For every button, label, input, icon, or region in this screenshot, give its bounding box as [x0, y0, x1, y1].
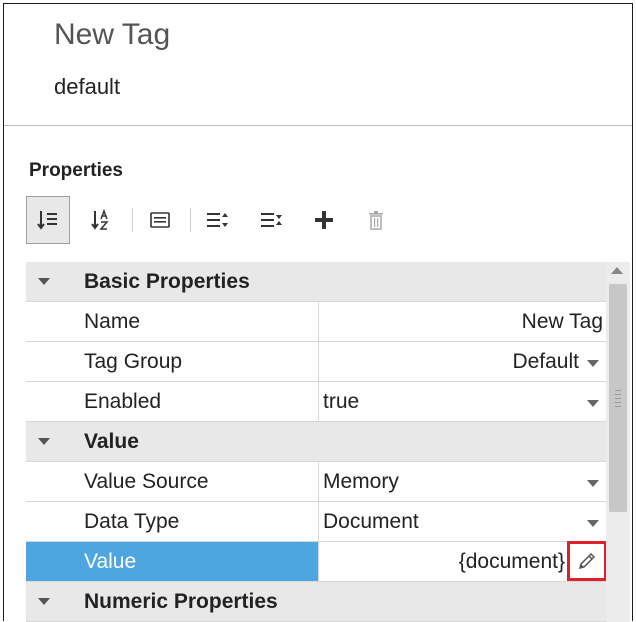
value-source-dropdown[interactable]: Memory — [318, 462, 607, 501]
property-tag-group-label: Tag Group — [84, 350, 183, 373]
collapse-all-icon — [261, 213, 282, 227]
value-field-value: {document} — [458, 550, 565, 573]
property-row-enabled: Enabled true — [26, 382, 607, 422]
property-name-value: New Tag — [521, 310, 603, 333]
property-row-value[interactable]: Value {document} — [26, 541, 607, 582]
tag-header: New Tag default — [4, 4, 632, 125]
properties-toolbar — [26, 196, 606, 244]
tag-provider: default — [54, 74, 121, 99]
category-value[interactable]: Value — [26, 422, 606, 462]
delete-icon — [369, 211, 383, 230]
property-row-data-type: Data Type Document — [26, 502, 607, 542]
grip-line — [615, 406, 621, 407]
properties-title: Properties — [29, 160, 123, 181]
category-label: Numeric Properties — [84, 590, 278, 613]
expand-all-icon — [207, 213, 228, 227]
collapse-arrow-icon[interactable] — [38, 278, 50, 285]
tag-group-dropdown[interactable]: Default — [318, 342, 607, 381]
value-source-value: Memory — [323, 470, 399, 493]
header-divider — [4, 125, 632, 126]
property-grid-scrollbar[interactable] — [606, 262, 630, 622]
toolbar-separator — [190, 208, 191, 232]
dropdown-arrow-icon[interactable] — [587, 480, 599, 487]
category-label: Basic Properties — [84, 270, 250, 293]
grip-line — [615, 394, 621, 395]
data-type-value: Document — [323, 510, 419, 533]
property-enabled-label: Enabled — [84, 390, 162, 413]
collapse-arrow-icon[interactable] — [38, 598, 50, 605]
pencil-icon — [578, 552, 596, 570]
property-row-tag-group: Tag Group Default — [26, 342, 607, 382]
enabled-value: true — [323, 390, 360, 413]
property-grid: Basic Properties Name New Tag Tag Group … — [26, 262, 607, 622]
grip-line — [615, 390, 621, 391]
add-icon — [315, 211, 333, 229]
add-property-button[interactable] — [302, 196, 346, 244]
enabled-dropdown[interactable]: true — [318, 382, 607, 421]
sort-alphabetical-button[interactable] — [80, 196, 124, 244]
property-value-source-label: Value Source — [84, 470, 209, 493]
sort-categorized-icon — [37, 211, 57, 230]
grip-line — [615, 402, 621, 403]
property-data-type-label: Data Type — [84, 510, 180, 533]
grip-line — [615, 398, 621, 399]
collapse-all-button[interactable] — [250, 196, 294, 244]
toolbar-separator — [132, 208, 133, 232]
category-basic-properties[interactable]: Basic Properties — [26, 262, 606, 302]
property-row-name: Name New Tag — [26, 302, 607, 342]
edit-value-button[interactable] — [567, 541, 607, 581]
expand-all-button[interactable] — [196, 196, 240, 244]
sort-alphabetical-icon — [91, 208, 109, 230]
tag-group-value: Default — [512, 350, 579, 373]
category-numeric-properties[interactable]: Numeric Properties — [26, 582, 606, 622]
selected-highlight — [26, 542, 318, 581]
collapse-arrow-icon[interactable] — [38, 438, 50, 445]
property-name-value-cell[interactable]: New Tag — [318, 302, 607, 341]
tag-title: New Tag — [54, 18, 171, 51]
show-description-icon — [150, 212, 170, 228]
property-row-value-source: Value Source Memory — [26, 462, 607, 502]
sort-categorized-button[interactable] — [26, 196, 70, 244]
property-name-label: Name — [84, 310, 141, 333]
scroll-up-arrow-icon[interactable] — [611, 267, 623, 274]
dropdown-arrow-icon[interactable] — [587, 400, 599, 407]
value-field-cell[interactable]: {document} — [318, 541, 607, 581]
category-label: Value — [84, 430, 139, 453]
scrollbar-thumb[interactable] — [609, 284, 627, 512]
dropdown-arrow-icon[interactable] — [587, 360, 599, 367]
data-type-dropdown[interactable]: Document — [318, 502, 607, 541]
property-value-label: Value — [84, 550, 137, 573]
dropdown-arrow-icon[interactable] — [587, 520, 599, 527]
delete-property-button[interactable] — [354, 196, 398, 244]
show-description-button[interactable] — [138, 196, 182, 244]
